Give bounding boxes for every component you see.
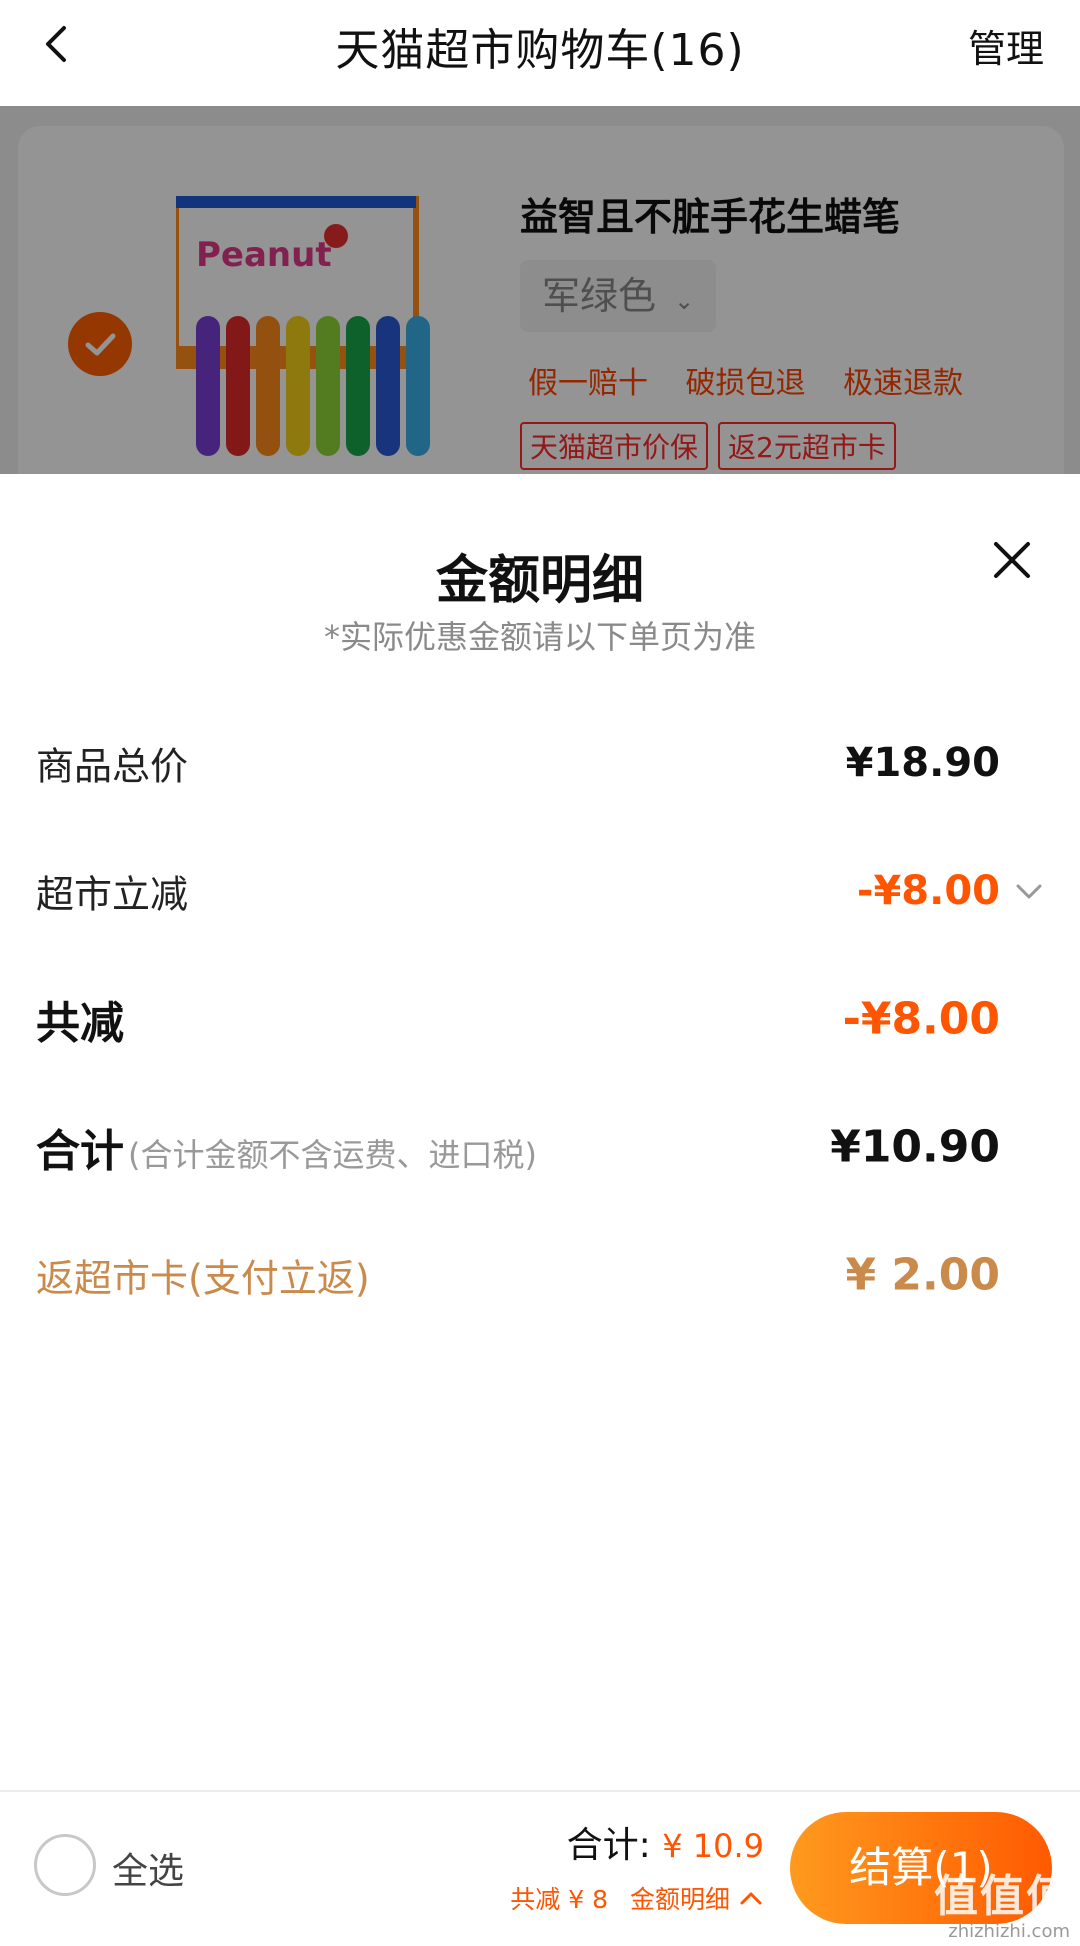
total-discount-label: 共减 [36, 998, 124, 1049]
close-icon[interactable] [986, 534, 1038, 586]
navigation-header: 天猫超市购物车(16) 管理 [0, 0, 1080, 106]
watermark-logo: 值值值 [934, 1871, 1072, 1922]
manage-button[interactable]: 管理 [968, 18, 1044, 73]
total-amount: ¥ 10.9 [662, 1827, 764, 1865]
overlay-backdrop[interactable] [0, 106, 1080, 474]
sum-value: ¥10.90 [830, 1121, 1000, 1173]
instant-discount-label: 超市立减 [36, 872, 189, 917]
goods-total-row: 商品总价 ¥18.90 [36, 728, 1046, 798]
select-all-checkbox[interactable] [34, 1834, 96, 1896]
rebate-value: ¥ 2.00 [845, 1249, 1001, 1301]
chevron-down-icon[interactable] [1012, 874, 1046, 908]
sum-label: 合计 (合计金额不含运费、进口税) [36, 1115, 537, 1179]
sheet-title: 金额明细 [435, 551, 644, 611]
watermark-url: zhizhizhi.com [948, 1921, 1070, 1942]
sum-note: (合计金额不含运费、进口税) [128, 1136, 537, 1174]
discount-text: 共减 ¥ 8 [510, 1885, 608, 1914]
total-discount-row: 共减 -¥8.00 [36, 984, 1046, 1054]
instant-discount-value: -¥8.00 [856, 868, 1000, 914]
detail-label: 金额明细 [629, 1885, 730, 1914]
sheet-subtitle: *实际优惠金额请以下单页为准 [323, 618, 756, 656]
amount-detail-toggle[interactable]: 金额明细 [630, 1880, 764, 1916]
sum-row: 合计 (合计金额不含运费、进口税) ¥10.90 [36, 1112, 1046, 1182]
amount-detail-sheet: 金额明细 *实际优惠金额请以下单页为准 商品总价 ¥18.90 超市立减 -¥8… [0, 474, 1080, 1790]
total-discount-value: -¥8.00 [842, 993, 1000, 1045]
rebate-label: 返超市卡(支付立返) [36, 1256, 370, 1301]
instant-discount-row[interactable]: 超市立减 -¥8.00 [36, 856, 1046, 926]
discount-summary: 共减 ¥ 8 金额明细 [510, 1880, 764, 1916]
goods-total-value: ¥18.90 [845, 740, 1000, 786]
page-title: 天猫超市购物车(16) [335, 25, 745, 76]
sum-label-text: 合计 [36, 1126, 124, 1177]
checkout-bar: 全选 合计: ¥ 10.9 共减 ¥ 8 金额明细 结算(1) 值值值 zhiz… [0, 1790, 1080, 1946]
cart-total: 合计: ¥ 10.9 [567, 1816, 764, 1868]
total-label: 合计: [566, 1825, 651, 1866]
chevron-up-icon [740, 1892, 762, 1905]
goods-total-label: 商品总价 [36, 744, 189, 789]
select-all-label[interactable]: 全选 [112, 1842, 184, 1894]
rebate-row: 返超市卡(支付立返) ¥ 2.00 [36, 1240, 1046, 1310]
